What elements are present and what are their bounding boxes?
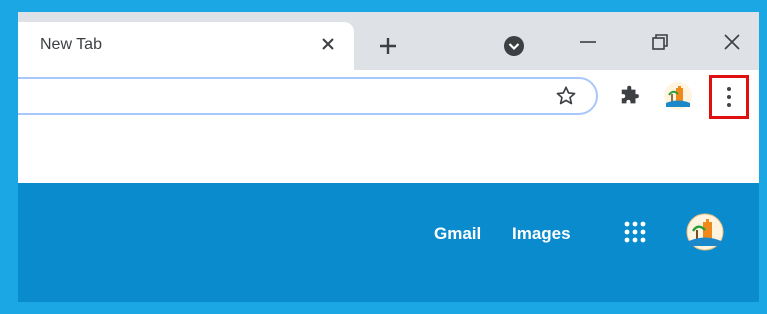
browser-window: New Tab Gmail Images [18,12,759,302]
menu-dot [727,103,731,107]
menu-dot [727,87,731,91]
apps-grid-icon[interactable] [623,220,647,244]
new-tab-page: Gmail Images [18,122,759,302]
gmail-link[interactable]: Gmail [434,224,481,244]
tab-close-icon[interactable] [316,32,340,56]
extensions-puzzle-icon[interactable] [618,84,642,108]
restore-icon[interactable] [646,28,674,56]
close-window-icon[interactable] [718,28,746,56]
three-dot-menu-icon[interactable] [712,78,746,116]
minimize-icon[interactable] [574,28,602,56]
address-bar[interactable] [18,77,598,115]
toolbar [18,70,759,122]
tab-search-icon[interactable] [502,34,526,58]
bookmark-star-icon[interactable] [554,84,578,108]
tab-title: New Tab [40,36,102,53]
menu-dot [727,95,731,99]
tab-strip: New Tab [18,12,759,70]
page-header-band: Gmail Images [18,183,759,302]
images-link[interactable]: Images [512,224,571,244]
tab-new-tab[interactable]: New Tab [18,22,354,70]
new-tab-plus-icon[interactable] [374,32,402,60]
profile-avatar[interactable] [663,81,693,111]
account-avatar[interactable] [686,213,724,251]
